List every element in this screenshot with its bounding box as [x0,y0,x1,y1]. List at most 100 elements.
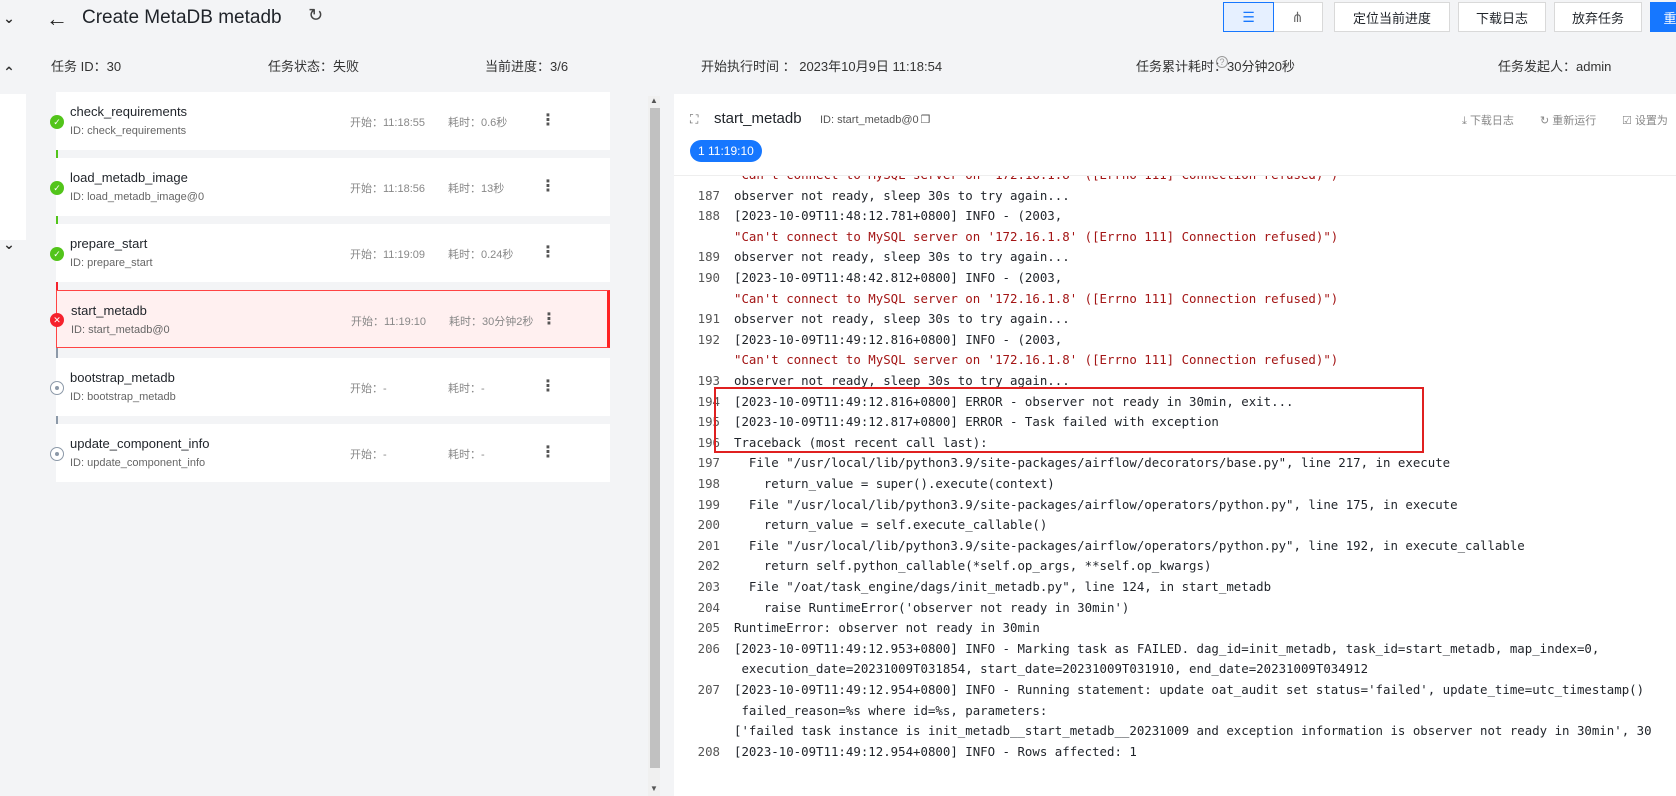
step-item-selected[interactable]: start_metadb ID: start_metadb@0 开始：11:19… [56,290,610,348]
task-initiator: 任务发起人：admin [1498,59,1612,74]
check-icon: ✓ [50,115,64,129]
line-number: 188 [697,208,720,224]
list-view-icon[interactable]: ☰ [1223,2,1274,32]
log-text: [2023-10-09T11:49:12.816+0800] INFO - (2… [734,331,1063,347]
error-icon: ✕ [50,313,64,327]
step-id: ID: update_component_info [70,457,206,469]
tree-view-icon[interactable]: ⋔ [1273,3,1322,31]
download-log-link[interactable]: ⤓ 下载日志 [1462,112,1514,128]
log-text: [2023-10-09T11:49:12.954+0800] INFO - Ro… [734,743,1137,759]
time-tag[interactable]: 1 11:19:10 [690,140,762,162]
step-item[interactable]: bootstrap_metadb ID: bootstrap_metadb 开始… [56,358,610,416]
step-start: 开始：11:18:55 [350,117,426,129]
top-bar: ← Create MetaDB metadb ↻ ☰ ⋔ 定位当前进度 下载日志… [26,0,1676,36]
log-text: observer not ready, sleep 30s to try aga… [734,311,1070,327]
step-id: ID: load_metadb_image@0 [70,191,205,203]
rerun-link[interactable]: ↻ 重新运行 [1540,112,1596,128]
line-number: 208 [697,743,720,759]
log-text: return self.python_callable(*self.op_arg… [734,558,1212,574]
more-icon[interactable]: ⋮ [540,176,556,196]
step-start: 开始：- [350,449,387,461]
step-start: 开始：11:18:56 [350,183,426,195]
line-number: 198 [697,476,720,491]
task-id: 任务 ID：30 [51,59,122,74]
scroll-up-icon[interactable]: ▲ [650,96,658,105]
chevron-down-icon[interactable]: ⌄ [0,10,18,27]
step-item[interactable]: update_component_info ID: update_compone… [56,424,610,482]
chevron-up-icon[interactable]: ⌃ [0,64,18,81]
step-name: check_requirements [70,104,188,119]
log-text: ['failed task instance is init_metadb__s… [734,723,1652,739]
step-name: prepare_start [70,236,148,251]
check-icon: ✓ [50,181,64,195]
log-text: [2023-10-09T11:49:12.953+0800] INFO - Ma… [734,640,1600,656]
abandon-task-button[interactable]: 放弃任务 [1554,2,1642,32]
chevron-down-icon[interactable]: ⌄ [0,236,18,253]
expand-icon[interactable]: ⛶ [690,112,698,127]
line-number: 203 [697,579,720,594]
view-toggle: ☰ ⋔ [1223,2,1323,32]
step-duration: 耗时：- [448,383,485,395]
log-text: "Can't connect to MySQL server on '172.1… [734,290,1339,306]
line-number: 197 [697,455,720,471]
more-icon[interactable]: ⋮ [540,442,556,462]
locate-progress-button[interactable]: 定位当前进度 [1334,2,1450,32]
log-text: "Can't connect to MySQL server on '172.1… [734,228,1339,244]
more-icon[interactable]: ⋮ [540,110,556,130]
download-log-button[interactable]: 下载日志 [1458,2,1546,32]
step-id: ID: start_metadb@0 [71,324,170,336]
step-duration: 耗时：13秒 [448,183,505,195]
help-icon[interactable]: ? [1216,56,1229,68]
log-text: [2023-10-09T11:48:12.781+0800] INFO - (2… [734,208,1063,224]
step-id: ID: bootstrap_metadb [70,391,176,403]
line-number: 199 [697,496,720,512]
step-start: 开始：11:19:10 [351,316,427,328]
line-number: 204 [697,599,720,615]
log-header: ⛶ start_metadb ID: start_metadb@0 ❐ ⤓ 下载日… [674,94,1676,176]
line-number: 187 [697,187,720,203]
line-number: 202 [697,558,720,574]
log-text: execution_date=20231009T031854, start_da… [734,661,1369,677]
step-item[interactable]: prepare_start ID: prepare_start 开始：11:19… [56,224,610,282]
step-item[interactable]: check_requirements ID: check_requirement… [56,92,610,150]
line-number: 205 [697,620,720,636]
check-icon: ✓ [50,247,64,261]
log-text: failed_reason=%s where id=%s, parameters… [734,702,1048,718]
step-start: 开始：- [350,383,387,395]
log-text: File "/usr/local/lib/python3.9/site-pack… [734,455,1451,471]
retry-button[interactable]: 重 [1650,2,1676,32]
task-meta: 任务 ID：30 任务状态：失败 当前进度：3/6 开始执行时间 ： 2023年… [26,56,1676,76]
log-text: observer not ready, sleep 30s to try aga… [734,187,1070,203]
log-text: raise RuntimeError('observer not ready i… [734,599,1130,615]
step-name: load_metadb_image [70,170,188,185]
task-status: 任务状态：失败 [268,59,360,74]
log-text: [2023-10-09T11:48:42.812+0800] INFO - (2… [734,270,1063,285]
line-number: 189 [697,249,720,265]
step-name: bootstrap_metadb [70,370,175,385]
step-duration: 耗时：- [448,449,485,461]
pending-icon [50,447,64,461]
copy-icon[interactable]: ❐ [921,114,931,126]
step-id: ID: prepare_start [70,257,153,269]
back-arrow-icon[interactable]: ← [46,6,68,32]
step-duration: 耗时：0.24秒 [448,249,514,261]
scroll-down-icon[interactable]: ▼ [650,784,658,793]
checkbox-icon: ☑ [1622,115,1632,127]
more-icon[interactable]: ⋮ [540,376,556,396]
step-duration: 耗时：0.6秒 [448,117,508,129]
log-text: File "/usr/local/lib/python3.9/site-pack… [734,537,1525,553]
refresh-icon[interactable]: ↻ [308,5,323,26]
step-start: 开始：11:19:09 [350,249,426,261]
pending-icon [50,381,64,395]
log-text: return_value = self.execute_callable() [734,517,1048,533]
line-number: 207 [697,682,720,697]
log-id: ID: start_metadb@0 ❐ [820,114,931,126]
log-body[interactable]: "Can't connect to MySQL server on '172.1… [674,176,1676,796]
task-elapsed: 任务累计耗时? ：30分钟20秒 [1136,56,1295,74]
log-title: start_metadb [714,110,802,127]
scrollbar-thumb[interactable] [650,108,660,768]
more-icon[interactable]: ⋮ [540,242,556,262]
more-icon[interactable]: ⋮ [541,309,557,329]
step-item[interactable]: load_metadb_image ID: load_metadb_image@… [56,158,610,216]
set-as-link[interactable]: ☑ 设置为 [1622,112,1668,128]
